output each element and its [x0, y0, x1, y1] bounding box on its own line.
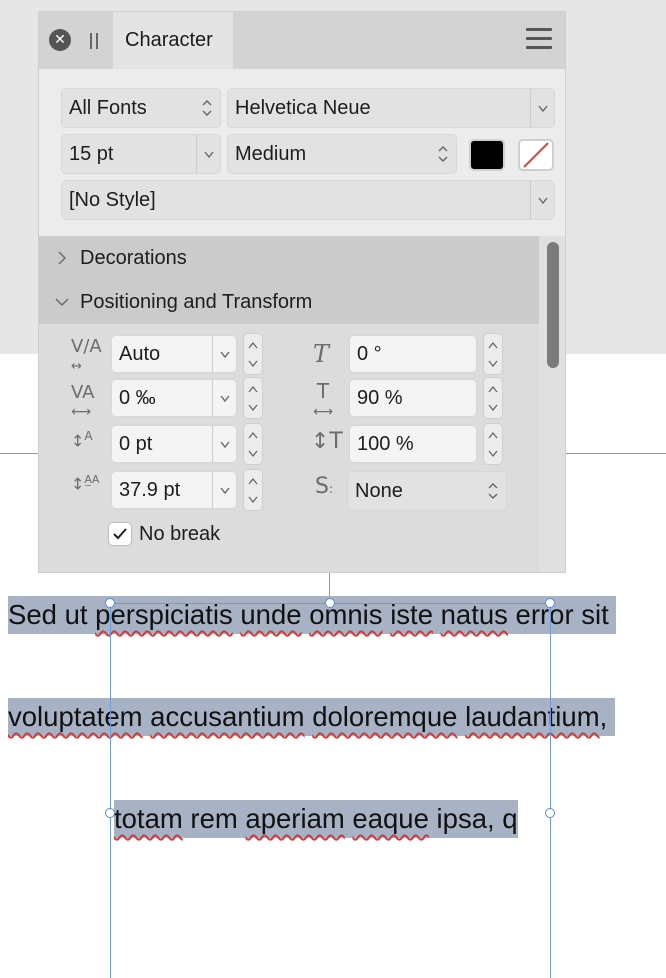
- text-style-value: [No Style]: [69, 189, 156, 211]
- baseline-shift-value: 0 pt: [119, 433, 153, 455]
- leading-icon: ↕A̲A: [71, 473, 100, 494]
- chevron-up-icon[interactable]: [488, 432, 498, 439]
- chevron-up-icon[interactable]: [248, 342, 258, 349]
- chevron-down-icon[interactable]: [248, 496, 258, 503]
- chevron-up-icon[interactable]: [248, 432, 258, 439]
- font-size-field[interactable]: 15 pt: [61, 134, 221, 174]
- checkmark-icon: [113, 528, 127, 540]
- panel-tab-bar: ✕ Character: [39, 12, 565, 69]
- chevron-right-icon: [58, 251, 66, 265]
- tracking-icon: VA ⟷: [71, 382, 95, 421]
- up-down-chevron-icon: [202, 100, 212, 116]
- baseline-shift-field[interactable]: 0 pt: [111, 425, 237, 463]
- chevron-down-icon[interactable]: [248, 450, 258, 457]
- selection-handle-top-middle[interactable]: [325, 598, 335, 608]
- chevron-down-icon[interactable]: [248, 360, 258, 367]
- baseline-shift-icon: ↕A: [71, 429, 93, 451]
- tracking-field[interactable]: 0 ‰: [111, 379, 237, 417]
- leading-stepper[interactable]: [243, 469, 263, 511]
- chevron-down-icon[interactable]: [196, 135, 220, 173]
- up-down-chevron-icon: [438, 146, 448, 162]
- kerning-field[interactable]: Auto: [111, 335, 237, 373]
- chevron-up-icon[interactable]: [488, 342, 498, 349]
- guide-line-right: [566, 453, 666, 454]
- chevron-down-icon: [55, 298, 69, 306]
- shear-icon: T: [313, 340, 330, 368]
- selection-handle-middle-left[interactable]: [105, 808, 115, 818]
- chevron-down-icon[interactable]: [212, 472, 236, 508]
- vertical-scale-stepper[interactable]: [483, 423, 503, 465]
- no-color-icon: [523, 142, 549, 168]
- chevron-down-icon[interactable]: [212, 426, 236, 462]
- text-style-select[interactable]: [No Style]: [61, 180, 555, 220]
- tab-character[interactable]: Character: [113, 12, 233, 69]
- chevron-down-icon[interactable]: [212, 380, 236, 416]
- vertical-scale-field[interactable]: 100 %: [349, 425, 477, 463]
- tracking-value: 0 ‰: [119, 387, 156, 409]
- text-line-3[interactable]: totam rem aperiam eaque ipsa, q: [114, 800, 666, 838]
- selection-handle-top-left[interactable]: [105, 598, 115, 608]
- selection-handle-top-right[interactable]: [545, 598, 555, 608]
- font-collection-select[interactable]: All Fonts: [61, 88, 221, 128]
- font-family-value: Helvetica Neue: [235, 97, 371, 119]
- chevron-down-icon[interactable]: [488, 360, 498, 367]
- horizontal-scale-stepper[interactable]: [483, 377, 503, 419]
- vertical-scale-value: 100 %: [357, 433, 414, 455]
- font-collection-value: All Fonts: [69, 97, 147, 119]
- chevron-up-icon[interactable]: [248, 478, 258, 485]
- chevron-down-icon[interactable]: [212, 336, 236, 372]
- kerning-value: Auto: [119, 343, 161, 365]
- character-panel: ✕ Character All Fonts Helvetica Neue 15 …: [38, 11, 566, 573]
- typographic-case-value: None: [355, 480, 403, 502]
- selection-box-right: [550, 603, 551, 978]
- typographic-case-select[interactable]: None: [347, 471, 507, 511]
- leading-value: 37.9 pt: [119, 479, 181, 501]
- chevron-down-icon[interactable]: [530, 89, 554, 127]
- fill-color-swatch[interactable]: [469, 139, 505, 171]
- chevron-down-icon[interactable]: [248, 404, 258, 411]
- horizontal-scale-icon: T ⟷: [313, 379, 334, 420]
- drag-grip-icon[interactable]: [90, 33, 99, 49]
- section-positioning-transform[interactable]: Positioning and Transform: [39, 280, 539, 324]
- selection-box-left: [110, 603, 111, 978]
- baseline-shift-stepper[interactable]: [243, 423, 263, 465]
- typographic-case-icon: S:: [315, 474, 334, 499]
- kerning-icon: V/A ↔: [71, 336, 102, 375]
- font-weight-value: Medium: [235, 143, 307, 165]
- chevron-up-icon[interactable]: [248, 386, 258, 393]
- up-down-chevron-icon: [488, 483, 498, 499]
- tracking-stepper[interactable]: [243, 377, 263, 419]
- chevron-down-icon[interactable]: [488, 450, 498, 457]
- guide-line-left: [0, 453, 40, 454]
- chevron-down-icon[interactable]: [530, 181, 554, 219]
- font-weight-select[interactable]: Medium: [227, 134, 457, 174]
- font-family-select[interactable]: Helvetica Neue: [227, 88, 555, 128]
- chevron-down-icon[interactable]: [488, 404, 498, 411]
- no-break-checkbox[interactable]: [108, 522, 132, 546]
- horizontal-scale-value: 90 %: [357, 387, 403, 409]
- shear-value: 0 °: [357, 343, 382, 365]
- font-size-value: 15 pt: [69, 143, 114, 165]
- chevron-up-icon[interactable]: [488, 386, 498, 393]
- vertical-scale-icon: ↕T: [311, 429, 343, 454]
- shear-stepper[interactable]: [483, 333, 503, 375]
- selection-handle-middle-right[interactable]: [545, 808, 555, 818]
- text-line-2[interactable]: voluptatem accusantium doloremque laudan…: [8, 698, 666, 736]
- no-break-label: No break: [139, 523, 221, 545]
- panel-menu-icon[interactable]: [526, 28, 552, 50]
- kerning-stepper[interactable]: [243, 333, 263, 375]
- shear-field[interactable]: 0 °: [349, 335, 477, 373]
- horizontal-scale-field[interactable]: 90 %: [349, 379, 477, 417]
- section-decorations[interactable]: Decorations: [39, 236, 539, 280]
- leading-field[interactable]: 37.9 pt: [111, 471, 237, 509]
- close-icon[interactable]: ✕: [49, 29, 71, 51]
- scrollbar-thumb[interactable]: [547, 242, 559, 368]
- stroke-color-swatch[interactable]: [518, 139, 554, 171]
